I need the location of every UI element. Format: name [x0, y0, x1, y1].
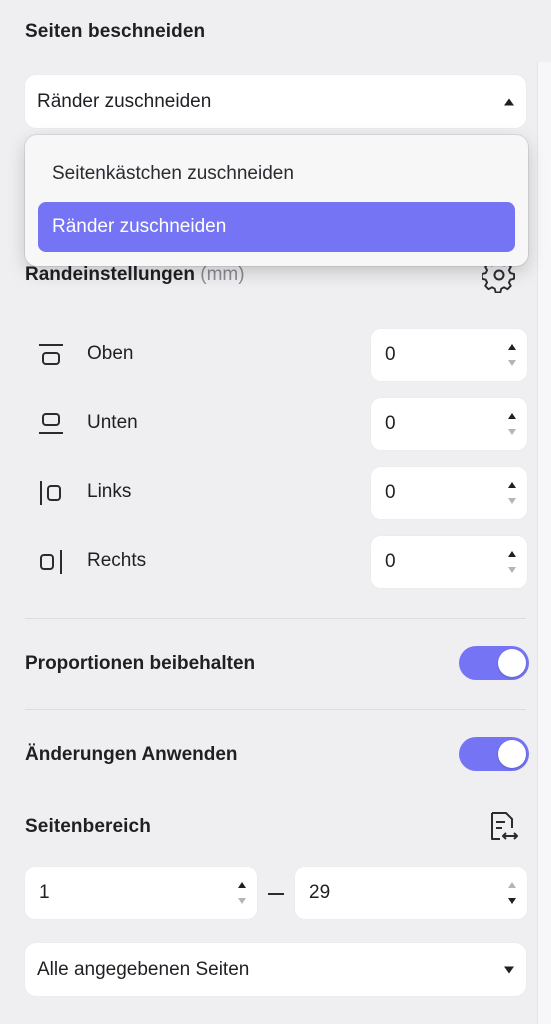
- apply-changes-label: Änderungen Anwenden: [25, 744, 238, 765]
- margin-top-label: Oben: [87, 343, 134, 364]
- stepper-down-icon[interactable]: [508, 360, 516, 366]
- page-range-from-value: 1: [39, 882, 50, 903]
- divider: [25, 709, 526, 710]
- dropdown-option-label: Seitenkästchen zuschneiden: [52, 163, 294, 184]
- stepper-up-icon[interactable]: [508, 482, 516, 488]
- margin-bottom-icon: [37, 410, 65, 438]
- page-scope-value: Alle angegebenen Seiten: [37, 958, 250, 980]
- margin-top-value: 0: [385, 344, 396, 365]
- margin-bottom-input[interactable]: 0: [371, 398, 527, 450]
- crop-mode-dropdown: Seitenkästchen zuschneiden Ränder zuschn…: [25, 135, 528, 266]
- margin-bottom-value: 0: [385, 413, 396, 434]
- stepper-up-icon[interactable]: [238, 882, 246, 888]
- margin-left-input[interactable]: 0: [371, 467, 527, 519]
- crop-mode-select[interactable]: Ränder zuschneiden: [25, 75, 526, 128]
- caret-up-icon: [504, 98, 514, 105]
- stepper-down-icon[interactable]: [508, 429, 516, 435]
- stepper-up-icon[interactable]: [508, 413, 516, 419]
- page-range-icon[interactable]: [484, 809, 520, 845]
- margin-right-input[interactable]: 0: [371, 536, 527, 588]
- page-range-from-input[interactable]: 1: [25, 867, 257, 919]
- dropdown-option-margins[interactable]: Ränder zuschneiden: [38, 202, 515, 252]
- margin-right-value: 0: [385, 551, 396, 572]
- page-range-to-value: 29: [309, 882, 331, 903]
- page-scope-select[interactable]: Alle angegebenen Seiten: [25, 943, 526, 996]
- page-range-title: Seitenbereich: [25, 816, 151, 837]
- stepper-down-icon[interactable]: [238, 898, 246, 904]
- margin-top-icon: [37, 341, 65, 369]
- crop-section-title: Seiten beschneiden: [25, 21, 206, 42]
- caret-down-icon: [504, 966, 514, 973]
- margin-top-input[interactable]: 0: [371, 329, 527, 381]
- stepper-down-icon[interactable]: [508, 898, 516, 904]
- keep-proportions-toggle[interactable]: [459, 646, 529, 680]
- margin-left-value: 0: [385, 482, 396, 503]
- dropdown-option-page-boxes[interactable]: Seitenkästchen zuschneiden: [38, 149, 515, 199]
- margin-right-label: Rechts: [87, 550, 147, 571]
- crop-mode-value: Ränder zuschneiden: [37, 90, 212, 112]
- keep-proportions-label: Proportionen beibehalten: [25, 653, 256, 674]
- margin-right-icon: [37, 548, 65, 576]
- page-range-to-input[interactable]: 29: [295, 867, 527, 919]
- stepper-up-icon[interactable]: [508, 344, 516, 350]
- divider: [25, 618, 526, 619]
- stepper-down-icon[interactable]: [508, 498, 516, 504]
- margin-left-icon: [37, 479, 65, 507]
- stepper-up-icon[interactable]: [508, 551, 516, 557]
- dropdown-option-label: Ränder zuschneiden: [52, 216, 227, 237]
- margin-row-left: Links 0: [0, 467, 551, 519]
- margin-unit-label: (mm): [200, 264, 245, 285]
- margin-row-bottom: Unten 0: [0, 398, 551, 450]
- apply-changes-toggle[interactable]: [459, 737, 529, 771]
- margin-row-top: Oben 0: [0, 329, 551, 381]
- margin-row-right: Rechts 0: [0, 536, 551, 588]
- stepper-up-icon[interactable]: [508, 882, 516, 888]
- margin-bottom-label: Unten: [87, 412, 138, 433]
- stepper-down-icon[interactable]: [508, 567, 516, 573]
- margin-settings-title: Randeinstellungen (mm): [25, 264, 245, 286]
- margin-settings-label: Randeinstellungen: [25, 264, 195, 285]
- toggle-knob: [498, 649, 526, 677]
- range-dash: [268, 893, 284, 895]
- toggle-knob: [498, 740, 526, 768]
- margin-left-label: Links: [87, 481, 132, 502]
